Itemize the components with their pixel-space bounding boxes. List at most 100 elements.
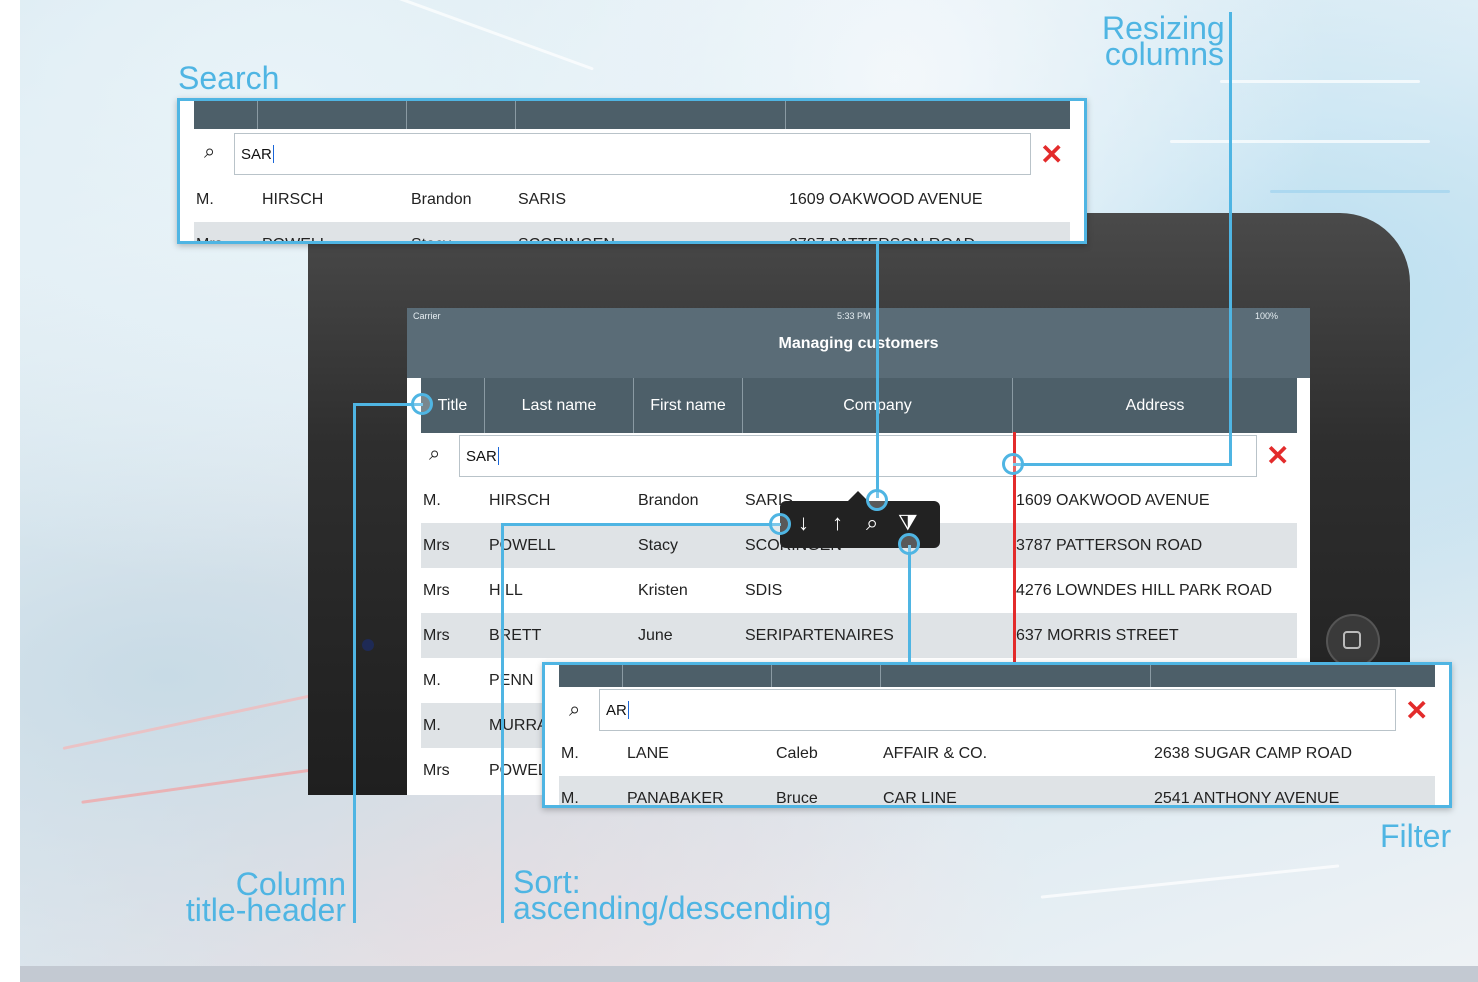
filter-input[interactable]: AR [599, 689, 1396, 731]
label-filter: Filter [1380, 818, 1452, 854]
footer-bar [20, 966, 1478, 982]
cell-first-name: Caleb [776, 745, 818, 762]
connector-line [353, 403, 356, 923]
camera-icon [362, 639, 374, 651]
callout-table-header [559, 665, 1435, 687]
label-resizing-line2: columns [1104, 36, 1224, 72]
sort-descending-icon[interactable]: ↓ [798, 510, 809, 536]
cell-last-name: PENN [489, 672, 534, 689]
cell-last-name: PANABAKER [627, 790, 724, 807]
cell-address: 637 MORRIS STREET [1016, 627, 1179, 644]
callout-marker [411, 393, 433, 415]
column-header-title [559, 665, 623, 687]
column-header-last-name[interactable]: Last name [485, 378, 634, 433]
cell-company: SDIS [745, 582, 783, 599]
column-header-last-name [623, 665, 772, 687]
column-header-address [786, 101, 1070, 129]
cell-title: Mrs [196, 222, 223, 241]
cell-address: 2541 ANTHONY AVENUE [1154, 790, 1340, 807]
home-button-icon [1343, 631, 1361, 649]
search-input[interactable]: SAR [459, 435, 1257, 477]
search-icon: ⌕ [569, 699, 581, 721]
column-header-company [881, 665, 1151, 687]
cell-last-name: LANE [627, 745, 669, 762]
sort-ascending-icon[interactable]: ↑ [832, 510, 843, 536]
label-sort-line2: ascending/descending [513, 890, 832, 926]
app-title: Managing customers [778, 335, 939, 352]
cell-first-name: Stacy [411, 222, 451, 241]
clear-search-button[interactable]: ✕ [1040, 141, 1063, 169]
filter-callout: ⌕ AR ✕ M. LANE Caleb AFFAIR & CO. 2638 SUGAR… [542, 662, 1452, 808]
cell-company: SCORINGEN [518, 222, 615, 241]
connector-line [876, 244, 879, 498]
search-input[interactable]: SAR [234, 133, 1031, 175]
cell-company: SARIS [518, 191, 567, 208]
cell-first-name: Brandon [638, 492, 699, 509]
cell-last-name: BRETT [489, 627, 542, 644]
cell-title: M. [423, 717, 441, 734]
popup-pointer [848, 491, 868, 501]
column-header-first-name [407, 101, 516, 129]
cell-first-name: Bruce [776, 790, 818, 807]
carrier-label: Carrier [413, 311, 441, 321]
cell-title: Mrs [423, 537, 450, 554]
cell-first-name: June [638, 627, 673, 644]
cell-last-name: HIRSCH [262, 191, 324, 208]
cell-address: 1609 OAKWOOD AVENUE [1016, 492, 1210, 509]
cell-title: M. [196, 191, 214, 208]
battery-label: 100% [1255, 311, 1279, 321]
clear-filter-button[interactable]: ✕ [1405, 697, 1428, 725]
callout-table-header [194, 101, 1070, 129]
clear-search-button[interactable]: ✕ [1266, 442, 1289, 470]
table-header: Title Last name First name Company Addre… [421, 378, 1297, 433]
table-row[interactable]: M. LANE Caleb AFFAIR & CO. 2638 SUGAR CAMP R… [559, 731, 1435, 776]
table-row[interactable]: M. HIRSCH Brandon SARIS 1609 OAKWOOD AVENUE [194, 177, 1070, 222]
cell-address: 3787 PATTERSON ROAD [789, 222, 975, 241]
cell-title: M. [423, 492, 441, 509]
column-header-last-name [258, 101, 407, 129]
cell-address: 2638 SUGAR CAMP ROAD [1154, 745, 1352, 762]
search-input-value: SAR [241, 145, 272, 163]
column-header-address[interactable]: Address [1013, 378, 1297, 433]
search-input-value: SAR [466, 447, 497, 465]
cell-title: M. [561, 745, 579, 762]
label-column-line2: title-header [185, 892, 346, 928]
connector-line [501, 523, 781, 526]
cell-title: Mrs [423, 762, 450, 779]
cell-title: Mrs [423, 627, 450, 644]
column-header-address [1151, 665, 1435, 687]
cell-company: SERIPARTENAIRES [745, 627, 894, 644]
cell-address: 4276 LOWNDES HILL PARK ROAD [1016, 582, 1273, 599]
label-search: Search [178, 60, 280, 96]
cell-first-name: Stacy [638, 537, 679, 554]
filter-input-value: AR [606, 701, 627, 719]
connector-line [501, 523, 504, 923]
callout-marker [898, 533, 920, 555]
search-icon[interactable]: ⌕ [866, 510, 878, 536]
cell-company: AFFAIR & CO. [883, 745, 988, 762]
table-row[interactable]: Mrs HILL Kristen SDIS 4276 LOWNDES HILL PARK… [421, 568, 1297, 613]
cell-first-name: Kristen [638, 582, 688, 599]
cell-last-name: POWELL [489, 537, 556, 554]
cell-last-name: POWELL [262, 222, 329, 241]
cell-last-name: MURRA [489, 717, 548, 734]
nav-bar: Managing customers [407, 324, 1310, 378]
table-row[interactable]: Mrs BRETT June SERIPARTENAIRES 637 MORRIS ST… [421, 613, 1297, 658]
cell-company: CAR LINE [883, 790, 957, 807]
table-row[interactable]: M. PANABAKER Bruce CAR LINE 2541 ANTHONY AVE… [559, 776, 1435, 807]
table-row[interactable]: Mrs POWELL Stacy SCORINGEN 3787 PATTERSON RO… [194, 222, 1070, 241]
search-row: ⌕ SAR ✕ [421, 433, 1297, 479]
column-header-first-name[interactable]: First name [634, 378, 743, 433]
column-header-company [516, 101, 786, 129]
status-bar: Carrier 5:33 PM 100% [407, 308, 1310, 324]
cell-title: Mrs [423, 582, 450, 599]
clock-label: 5:33 PM [837, 311, 871, 321]
callout-marker [866, 489, 888, 511]
callout-marker [769, 513, 791, 535]
column-header-title [194, 101, 258, 129]
connector-line [1013, 463, 1232, 466]
cell-last-name: HILL [489, 582, 523, 599]
cell-last-name: HIRSCH [489, 492, 551, 509]
connector-line [1229, 12, 1232, 465]
cell-first-name: Brandon [411, 191, 472, 208]
